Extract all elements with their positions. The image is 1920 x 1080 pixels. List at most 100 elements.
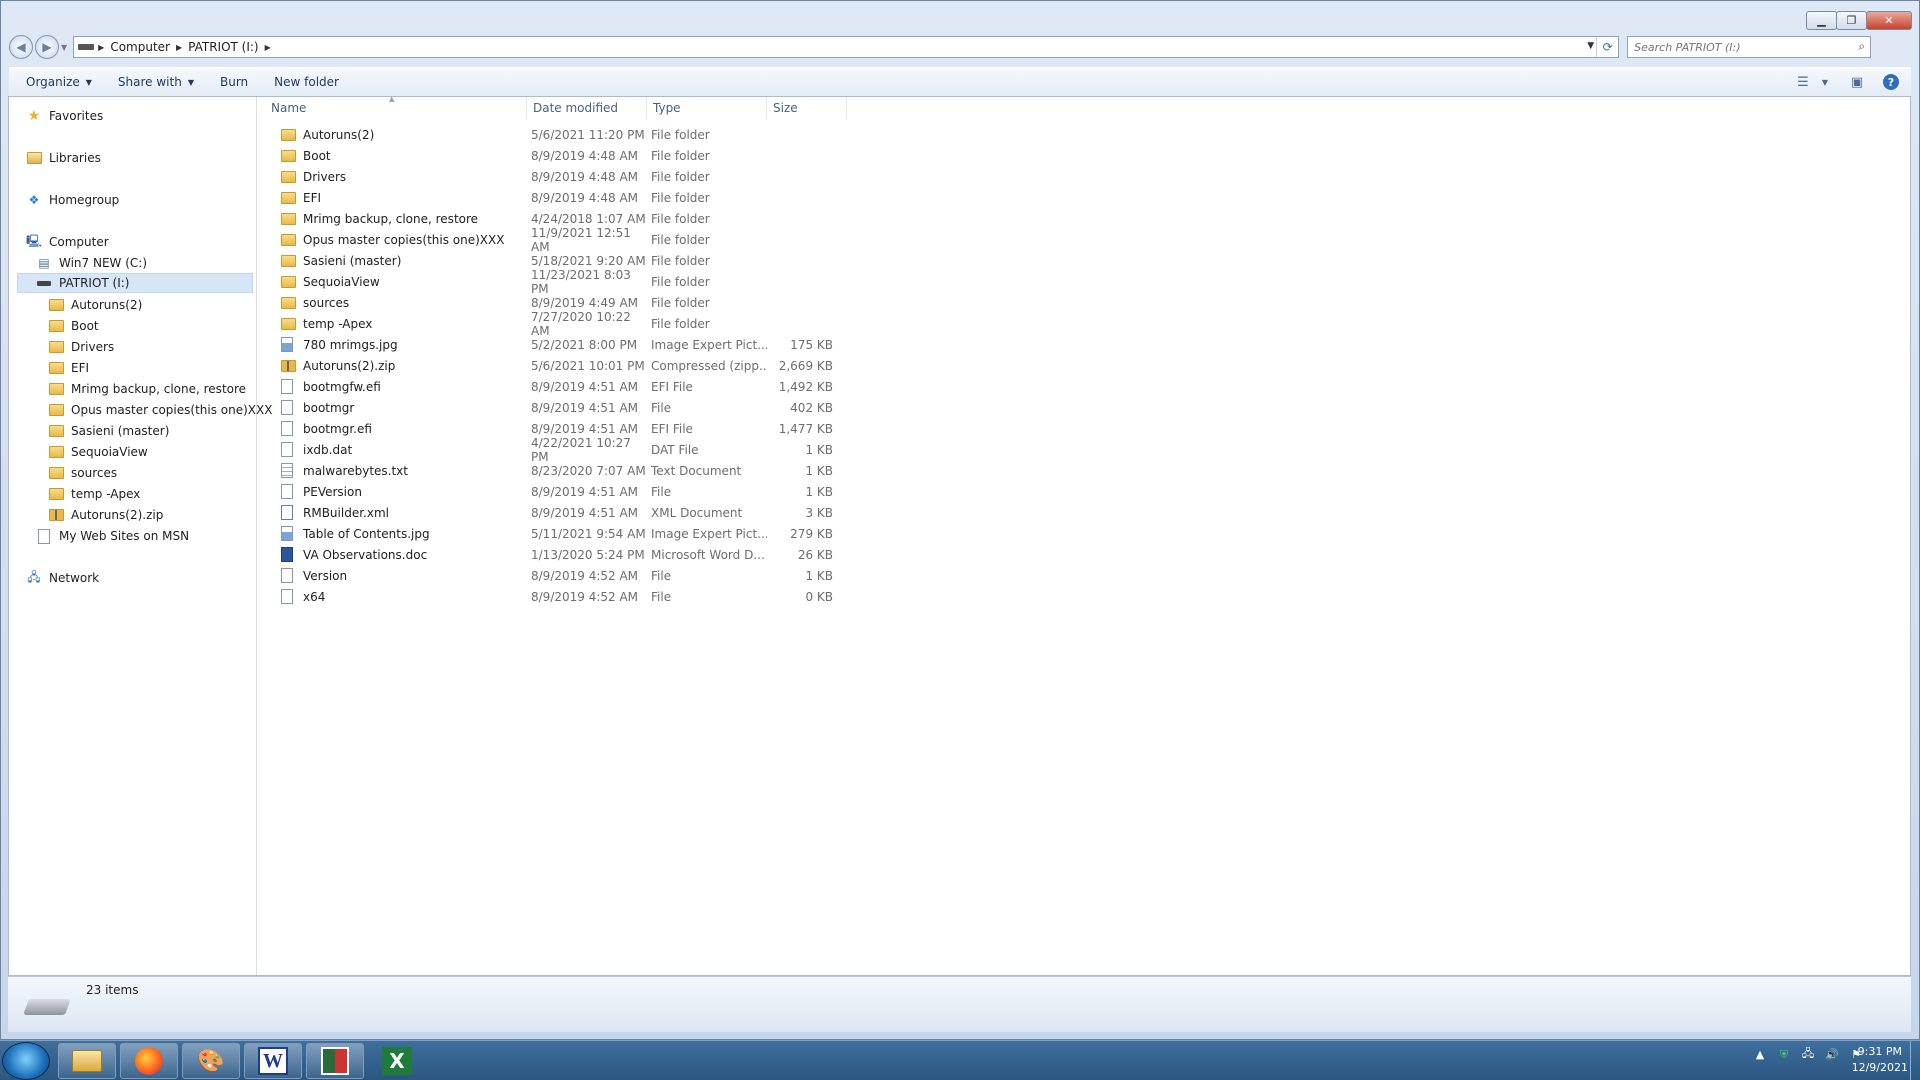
taskbar-word[interactable]: W (244, 1043, 302, 1079)
table-row[interactable]: ixdb.dat 4/22/2021 10:27 PM DAT File 1 KB (265, 436, 837, 464)
nav-msn[interactable]: My Web Sites on MSN (35, 526, 189, 546)
help-button[interactable]: ? (1877, 71, 1905, 93)
file-date: 8/23/2020 7:07 AM (531, 463, 646, 478)
folder-icon (47, 318, 65, 334)
search-icon[interactable]: ⌕ (1858, 39, 1865, 54)
nav-label: sources (71, 466, 118, 480)
volume-icon[interactable]: 🔊 (1820, 1048, 1844, 1061)
minimize-button[interactable]: ▁ (1806, 11, 1837, 30)
table-row[interactable]: Autoruns(2) 5/6/2021 11:20 PM File folder (265, 124, 837, 145)
search-input[interactable] (1634, 40, 1835, 54)
file-name: VA Observations.doc (303, 547, 428, 562)
file-name-cell: x64 (265, 589, 527, 604)
search-box[interactable]: ⌕ (1627, 36, 1872, 58)
table-row[interactable]: Table of Contents.jpg 5/11/2021 9:54 AM Im… (265, 523, 837, 544)
nav-subfolder[interactable]: Mrimg backup, clone, restore (47, 379, 246, 399)
taskbar-paint[interactable]: 🎨 (182, 1043, 240, 1079)
file-icon (281, 400, 299, 415)
table-row[interactable]: SequoiaView 11/23/2021 8:03 PM File folder (265, 268, 837, 296)
column-name[interactable]: ▲ Name (265, 95, 527, 119)
nav-subfolder[interactable]: Autoruns(2).zip (47, 505, 163, 525)
table-row[interactable]: temp -Apex 7/27/2020 10:22 AM File folder (265, 310, 837, 338)
taskbar-firefox[interactable] (120, 1043, 178, 1079)
table-row[interactable]: Autoruns(2).zip 5/6/2021 10:01 PM Compress… (265, 355, 837, 376)
address-bar[interactable]: ▶ Computer ▶ PATRIOT (I:) ▶ ▼ ⟳ (73, 36, 1620, 58)
breadcrumb-patriot[interactable]: PATRIOT (I:) (182, 40, 265, 54)
table-row[interactable]: bootmgr 8/9/2019 4:51 AM File 402 KB (265, 397, 837, 418)
nav-subfolder[interactable]: Autoruns(2) (47, 295, 142, 315)
column-size[interactable]: Size (767, 97, 847, 119)
file-type: File folder (651, 232, 710, 247)
table-row[interactable]: VA Observations.doc 1/13/2020 5:24 PM Micr… (265, 544, 837, 565)
organize-button[interactable]: Organize ▼ (17, 70, 101, 94)
nav-drive-i[interactable]: PATRIOT (I:) (17, 273, 253, 293)
table-row[interactable]: Drivers 8/9/2019 4:48 AM File folder (265, 166, 837, 187)
nav-subfolder[interactable]: EFI (47, 358, 89, 378)
table-row[interactable]: Version 8/9/2019 4:52 AM File 1 KB (265, 565, 837, 586)
table-row[interactable]: 780 mrimgs.jpg 5/2/2021 8:00 PM Image Expe… (265, 334, 837, 355)
table-row[interactable]: Opus master copies(this one)XXX 11/9/2021… (265, 226, 837, 254)
show-desktop-button[interactable] (1910, 1041, 1920, 1080)
burn-button[interactable]: Burn (211, 70, 257, 94)
file-icon (281, 379, 299, 394)
breadcrumb-computer[interactable]: Computer (104, 40, 176, 54)
taskbar-excel[interactable]: X (368, 1043, 426, 1079)
change-view-icon[interactable]: ☰ (1789, 71, 1817, 93)
security-shield-icon[interactable]: ⛨ (1772, 1048, 1796, 1062)
table-row[interactable]: bootmgfw.efi 8/9/2019 4:51 AM EFI File 1,49… (265, 376, 837, 397)
table-row[interactable]: malwarebytes.txt 8/23/2020 7:07 AM Text Do… (265, 460, 837, 481)
taskbar-explorer[interactable] (58, 1043, 116, 1079)
taskbar-app[interactable] (306, 1043, 364, 1079)
nav-homegroup[interactable]: ❖ Homegroup (25, 190, 120, 210)
nav-subfolder[interactable]: Boot (47, 316, 99, 336)
nav-drive-c[interactable]: ▤ Win7 NEW (C:) (35, 253, 147, 273)
view-options-chevron-icon[interactable]: ▼ (1817, 71, 1833, 93)
nav-label: temp -Apex (71, 487, 141, 501)
nav-subfolder[interactable]: SequoiaView (47, 442, 148, 462)
back-button[interactable]: ◀ (9, 35, 33, 59)
maximize-button[interactable]: ❐ (1836, 11, 1867, 30)
table-row[interactable]: PEVersion 8/9/2019 4:51 AM File 1 KB (265, 481, 837, 502)
show-hidden-icons-icon[interactable]: ▲ (1748, 1048, 1772, 1061)
nav-libraries[interactable]: Libraries (25, 148, 101, 168)
new-folder-button[interactable]: New folder (265, 70, 348, 94)
table-row[interactable]: EFI 8/9/2019 4:48 AM File folder (265, 187, 837, 208)
nav-label: Homegroup (49, 193, 120, 207)
nav-subfolder[interactable]: Opus master copies(this one)XXX (47, 400, 272, 420)
zip-folder-icon (47, 507, 65, 523)
file-size: 1 KB (805, 484, 833, 499)
breadcrumb-separator-icon[interactable]: ▶ (265, 43, 271, 52)
nav-favorites[interactable]: ★ Favorites (25, 106, 104, 126)
forward-button[interactable]: ▶ (35, 35, 59, 59)
file-name-cell: Table of Contents.jpg (265, 526, 527, 541)
nav-subfolder[interactable]: sources (47, 463, 117, 483)
file-name: temp -Apex (303, 316, 373, 331)
address-dropdown-icon[interactable]: ▼ (1587, 41, 1594, 51)
nav-label: Mrimg backup, clone, restore (71, 382, 247, 396)
table-row[interactable]: x64 8/9/2019 4:52 AM File 0 KB (265, 586, 837, 607)
file-date: 5/6/2021 10:01 PM (531, 358, 645, 373)
file-name: SequoiaView (303, 274, 380, 289)
folder-icon (281, 128, 299, 141)
table-row[interactable]: RMBuilder.xml 8/9/2019 4:51 AM XML Documen… (265, 502, 837, 523)
preview-pane-icon[interactable]: ▣ (1843, 71, 1871, 93)
column-date[interactable]: Date modified (527, 97, 647, 119)
column-type[interactable]: Type (647, 97, 767, 119)
recent-pages-dropdown[interactable]: ▼ (61, 43, 67, 52)
nav-subfolder[interactable]: temp -Apex (47, 484, 140, 504)
nav-label: EFI (71, 361, 90, 375)
clock[interactable]: 9:31 PM 12/9/2021 (1852, 1044, 1908, 1076)
file-type: File folder (651, 316, 710, 331)
nav-subfolder[interactable]: Sasieni (master) (47, 421, 169, 441)
nav-network[interactable]: 🖧 Network (25, 568, 99, 588)
close-button[interactable]: ✕ (1866, 11, 1912, 30)
nav-subfolder[interactable]: Drivers (47, 337, 114, 357)
file-name-cell: bootmgfw.efi (265, 379, 527, 394)
image-icon (281, 337, 299, 352)
share-with-button[interactable]: Share with ▼ (109, 70, 203, 94)
start-button[interactable] (2, 1042, 50, 1080)
refresh-icon[interactable]: ⟳ (1596, 37, 1618, 57)
nav-computer[interactable]: 🖳 Computer (25, 232, 109, 252)
table-row[interactable]: Boot 8/9/2019 4:48 AM File folder (265, 145, 837, 166)
network-tray-icon[interactable]: 🖧 (1796, 1045, 1820, 1064)
